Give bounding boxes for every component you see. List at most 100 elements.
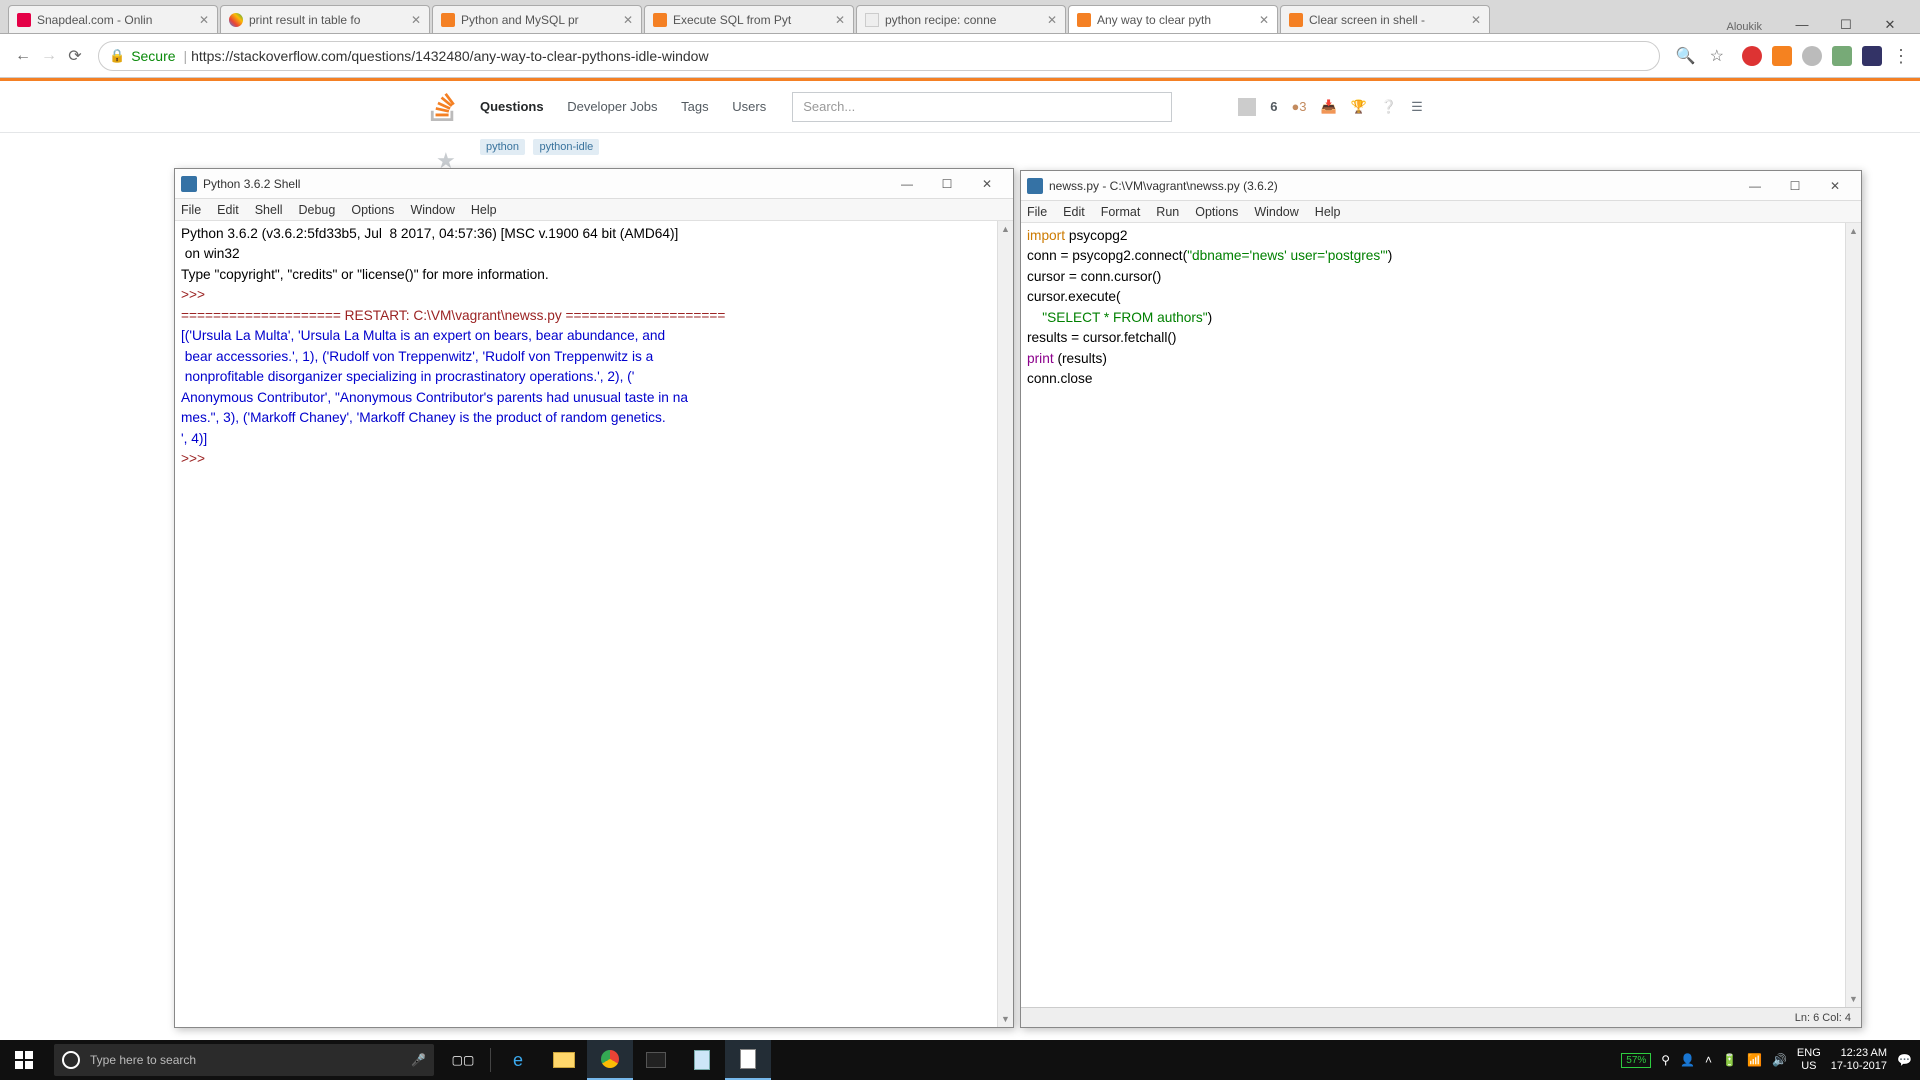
taskview-icon[interactable]: ▢▢ (440, 1040, 486, 1080)
chrome-user-label[interactable]: Aloukik (1709, 21, 1780, 33)
maximize-icon[interactable]: ☐ (1824, 17, 1868, 33)
shell-output[interactable]: Python 3.6.2 (v3.6.2:5fd33b5, Jul 8 2017… (175, 221, 1013, 1027)
star-icon[interactable]: ☆ (1710, 46, 1724, 66)
back-button[interactable]: ← (10, 43, 36, 69)
edge-icon[interactable]: e (495, 1040, 541, 1080)
minimize-icon[interactable]: — (887, 177, 927, 191)
search-input[interactable]: Search... (792, 92, 1172, 122)
scrollbar[interactable] (1845, 223, 1861, 1007)
tab-python-mysql[interactable]: Python and MySQL pr ✕ (432, 5, 642, 33)
cmd-icon[interactable] (633, 1040, 679, 1080)
start-button[interactable] (0, 1040, 48, 1080)
secure-label: Secure (131, 48, 175, 64)
menu-options[interactable]: Options (351, 203, 394, 217)
clock[interactable]: 12:23 AM17-10-2017 (1831, 1047, 1887, 1073)
people-icon[interactable]: 👤 (1680, 1053, 1695, 1067)
idle-icon[interactable] (725, 1040, 771, 1080)
tab-google-print[interactable]: print result in table fo ✕ (220, 5, 430, 33)
editor-titlebar[interactable]: newss.py - C:\VM\vagrant\newss.py (3.6.2… (1021, 171, 1861, 201)
close-icon[interactable]: ✕ (835, 13, 845, 27)
ext-icon[interactable] (1832, 46, 1852, 66)
editor-code[interactable]: import psycopg2 conn = psycopg2.connect(… (1021, 223, 1861, 1007)
so-user-area: 6 ●3 📥 🏆 ❔ ☰ (1238, 98, 1423, 116)
menu-run[interactable]: Run (1156, 205, 1179, 219)
favicon-icon (17, 13, 31, 27)
close-icon[interactable]: ✕ (1047, 13, 1057, 27)
favicon-icon (229, 13, 243, 27)
mic-icon[interactable]: 🎤 (411, 1053, 426, 1067)
close-icon[interactable]: ✕ (1259, 13, 1269, 27)
tab-clear-screen[interactable]: Clear screen in shell - ✕ (1280, 5, 1490, 33)
wifi-icon[interactable]: 📶 (1747, 1053, 1762, 1067)
menu-file[interactable]: File (1027, 205, 1047, 219)
close-icon[interactable]: ✕ (623, 13, 633, 27)
menu-file[interactable]: File (181, 203, 201, 217)
power-icon[interactable]: 🔋 (1722, 1053, 1737, 1067)
nav-users[interactable]: Users (732, 99, 766, 114)
minimize-icon[interactable]: — (1780, 17, 1824, 33)
close-icon[interactable]: ✕ (199, 13, 209, 27)
close-icon[interactable]: ✕ (1868, 17, 1912, 33)
menu-edit[interactable]: Edit (1063, 205, 1085, 219)
shell-titlebar[interactable]: Python 3.6.2 Shell — ☐ ✕ (175, 169, 1013, 199)
menu-options[interactable]: Options (1195, 205, 1238, 219)
so-logo-icon[interactable] (430, 93, 456, 121)
inbox-icon[interactable]: 📥 (1321, 99, 1337, 115)
achievements-icon[interactable]: 🏆 (1351, 99, 1367, 115)
close-icon[interactable]: ✕ (967, 177, 1007, 191)
language-indicator[interactable]: ENGUS (1797, 1047, 1821, 1073)
avatar[interactable] (1238, 98, 1256, 116)
ext-icon[interactable] (1742, 46, 1762, 66)
menu-debug[interactable]: Debug (299, 203, 336, 217)
explorer-icon[interactable] (541, 1040, 587, 1080)
scrollbar[interactable] (997, 221, 1013, 1027)
minimize-icon[interactable]: — (1735, 179, 1775, 193)
tab-snapdeal[interactable]: Snapdeal.com - Onlin ✕ (8, 5, 218, 33)
menu-window[interactable]: Window (1254, 205, 1298, 219)
tab-idle-clear[interactable]: Any way to clear pyth ✕ (1068, 5, 1278, 33)
tab-title: Python and MySQL pr (461, 13, 579, 27)
forward-button[interactable]: → (36, 43, 62, 69)
nav-tags[interactable]: Tags (681, 99, 708, 114)
close-icon[interactable]: ✕ (1815, 179, 1855, 193)
chrome-icon[interactable] (587, 1040, 633, 1080)
favicon-icon (653, 13, 667, 27)
cortana-search[interactable]: Type here to search 🎤 (54, 1044, 434, 1076)
tab-title: print result in table fo (249, 13, 360, 27)
menu-window[interactable]: Window (410, 203, 454, 217)
python-icon (1027, 178, 1043, 194)
maximize-icon[interactable]: ☐ (1775, 179, 1815, 193)
close-icon[interactable]: ✕ (1471, 13, 1481, 27)
nav-jobs[interactable]: Developer Jobs (567, 99, 657, 114)
tag-python-idle[interactable]: python-idle (533, 139, 599, 155)
tag-python[interactable]: python (480, 139, 525, 155)
notifications-icon[interactable]: 💬 (1897, 1053, 1912, 1067)
notepad-icon[interactable] (679, 1040, 725, 1080)
editor-menubar: File Edit Format Run Options Window Help (1021, 201, 1861, 223)
ext-icon[interactable] (1862, 46, 1882, 66)
ext-icon[interactable] (1802, 46, 1822, 66)
reload-button[interactable]: ⟳ (62, 43, 88, 69)
chevron-up-icon[interactable]: ˄ (1705, 1053, 1712, 1067)
nav-questions[interactable]: Questions (480, 99, 544, 114)
zoom-icon[interactable]: 🔍 (1676, 46, 1696, 66)
menu-help[interactable]: Help (1315, 205, 1341, 219)
volume-icon[interactable]: 🔊 (1772, 1053, 1787, 1067)
menu-icon[interactable]: ⋮ (1892, 46, 1910, 66)
maximize-icon[interactable]: ☐ (927, 177, 967, 191)
cursor-position: Ln: 6 Col: 4 (1795, 1012, 1851, 1024)
menu-format[interactable]: Format (1101, 205, 1141, 219)
address-bar[interactable]: 🔒 Secure | https://stackoverflow.com/que… (98, 41, 1660, 71)
close-icon[interactable]: ✕ (411, 13, 421, 27)
tab-python-recipe[interactable]: python recipe: conne ✕ (856, 5, 1066, 33)
battery-indicator[interactable]: 57% (1621, 1053, 1651, 1068)
help-icon[interactable]: ❔ (1381, 99, 1397, 115)
tray-icon[interactable]: ⚲ (1661, 1053, 1670, 1067)
menu-help[interactable]: Help (471, 203, 497, 217)
menu-shell[interactable]: Shell (255, 203, 283, 217)
menu-edit[interactable]: Edit (217, 203, 239, 217)
site-switcher-icon[interactable]: ☰ (1411, 99, 1423, 115)
ext-icon[interactable] (1772, 46, 1792, 66)
addr-actions: 🔍 ☆ (1670, 46, 1730, 66)
tab-execute-sql[interactable]: Execute SQL from Pyt ✕ (644, 5, 854, 33)
